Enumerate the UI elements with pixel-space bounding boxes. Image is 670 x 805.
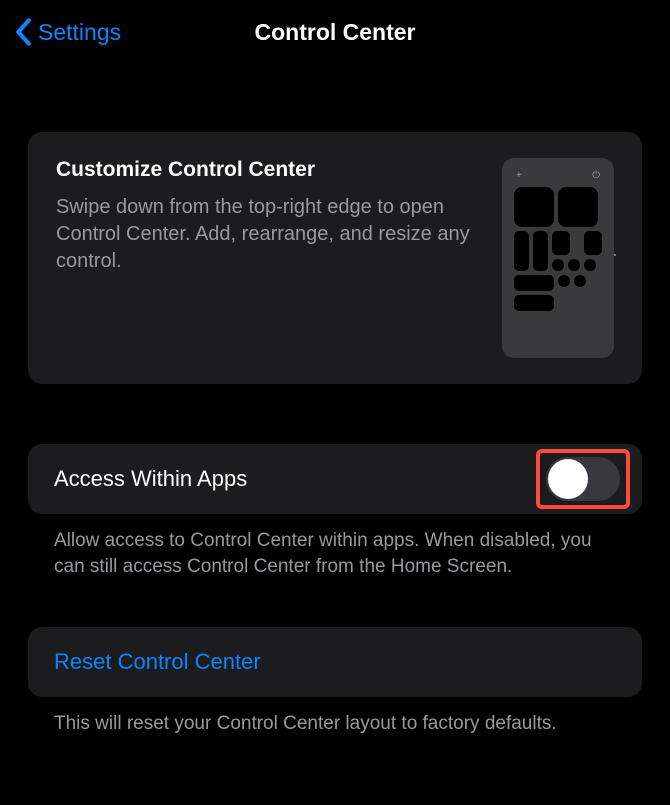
back-label: Settings	[38, 19, 121, 46]
toggle-knob	[548, 459, 588, 499]
page-title: Control Center	[255, 19, 416, 46]
toggle-highlight	[536, 449, 630, 509]
customize-card-title: Customize Control Center	[56, 158, 482, 182]
phone-mockup-icon: + ⏻	[502, 158, 614, 358]
access-within-apps-toggle[interactable]	[546, 457, 620, 501]
access-within-apps-footer: Allow access to Control Center within ap…	[28, 514, 642, 579]
reset-control-center-row[interactable]: Reset Control Center	[28, 627, 642, 697]
content: Customize Control Center Swipe down from…	[0, 132, 670, 737]
back-button[interactable]: Settings	[14, 18, 121, 46]
customize-card-text: Customize Control Center Swipe down from…	[56, 158, 502, 358]
access-within-apps-label: Access Within Apps	[54, 466, 247, 492]
access-within-apps-row: Access Within Apps	[28, 444, 642, 514]
customize-card-description: Swipe down from the top-right edge to op…	[56, 194, 482, 275]
customize-card[interactable]: Customize Control Center Swipe down from…	[28, 132, 642, 384]
reset-control-center-footer: This will reset your Control Center layo…	[28, 697, 642, 737]
reset-control-center-label: Reset Control Center	[54, 649, 616, 675]
chevron-left-icon	[14, 18, 32, 46]
nav-bar: Settings Control Center	[0, 0, 670, 64]
